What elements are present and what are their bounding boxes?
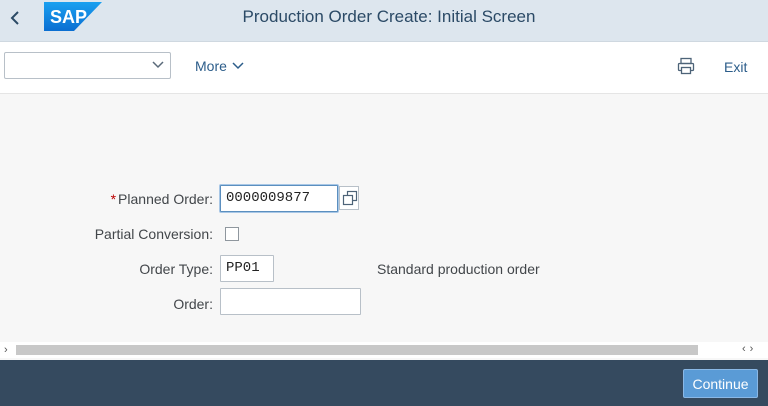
scrollbar-thumb[interactable] (16, 345, 698, 355)
partial-conversion-label: Partial Conversion: (94, 226, 213, 242)
app-window: SAP Production Order Create: Initial Scr… (0, 0, 768, 406)
order-label: Order: (173, 296, 213, 312)
form-area: * Planned Order: 0000009877 Partial Conve… (0, 95, 768, 342)
order-type-description: Standard production order (377, 261, 540, 277)
order-type-field[interactable]: PP01 (220, 255, 274, 282)
planned-order-field[interactable]: 0000009877 (220, 185, 338, 212)
print-icon[interactable] (677, 57, 695, 75)
more-menu-button[interactable]: More (195, 58, 244, 74)
scroll-arrows[interactable]: ‹› (742, 343, 757, 355)
shell-header: SAP Production Order Create: Initial Scr… (0, 0, 768, 42)
order-field[interactable] (220, 288, 361, 315)
required-mark: * (110, 191, 117, 207)
order-type-label: Order Type: (139, 261, 213, 277)
command-field[interactable] (4, 52, 171, 79)
continue-button[interactable]: Continue (683, 369, 758, 398)
chevron-down-icon[interactable] (152, 60, 164, 70)
value-help-button[interactable] (339, 186, 359, 210)
planned-order-label: * Planned Order: (110, 191, 213, 207)
value-help-icon (342, 190, 358, 206)
exit-button[interactable]: Exit (724, 59, 747, 75)
more-label: More (195, 58, 227, 74)
scroll-left-arrow[interactable]: › (4, 344, 8, 356)
page-title: Production Order Create: Initial Screen (242, 7, 536, 26)
footer-bar: Continue (0, 360, 768, 406)
chevron-down-icon (232, 62, 244, 70)
partial-conversion-checkbox[interactable] (225, 227, 239, 241)
command-input[interactable] (9, 56, 149, 75)
toolbar: More Exit (0, 42, 768, 94)
horizontal-scrollbar[interactable]: › ‹› (0, 342, 768, 358)
